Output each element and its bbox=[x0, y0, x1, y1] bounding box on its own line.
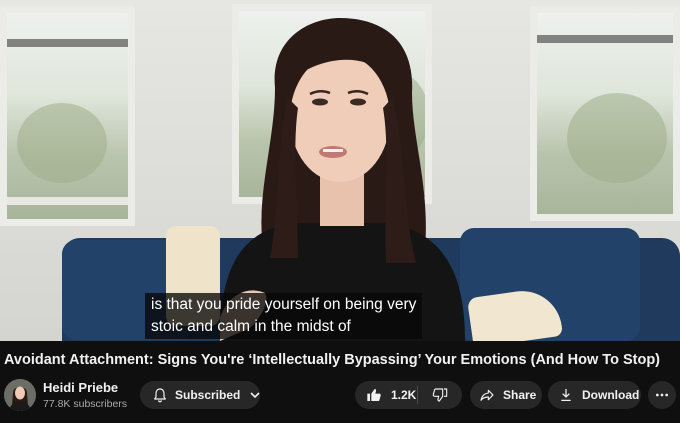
background-window-right bbox=[530, 6, 680, 221]
bell-icon bbox=[152, 387, 168, 403]
more-horizontal-icon bbox=[654, 387, 670, 403]
background-window-left bbox=[0, 6, 135, 226]
subscriber-count: 77.8K subscribers bbox=[43, 398, 128, 410]
subscribed-label: Subscribed bbox=[175, 388, 241, 402]
thumbs-down-icon bbox=[432, 387, 448, 403]
video-caption: is that you pride yourself on being very… bbox=[145, 293, 423, 339]
download-button[interactable]: Download bbox=[548, 381, 641, 409]
subscribed-button[interactable]: Subscribed bbox=[140, 381, 260, 409]
caption-line-2: stoic and calm in the midst of bbox=[151, 318, 351, 335]
share-icon bbox=[479, 387, 495, 403]
channel-name[interactable]: Heidi Priebe bbox=[43, 380, 118, 395]
download-icon bbox=[558, 387, 574, 403]
like-button[interactable]: 1.2K bbox=[355, 381, 417, 409]
more-actions-button[interactable] bbox=[648, 381, 676, 409]
dislike-button[interactable] bbox=[418, 381, 462, 409]
thumbs-up-icon bbox=[366, 387, 382, 403]
video-title: Avoidant Attachment: Signs You're ‘Intel… bbox=[4, 352, 661, 368]
video-player[interactable]: is that you pride yourself on being very… bbox=[0, 0, 680, 341]
share-button[interactable]: Share bbox=[470, 381, 542, 409]
channel-avatar[interactable] bbox=[4, 379, 36, 411]
chevron-down-icon bbox=[249, 389, 261, 401]
like-count: 1.2K bbox=[391, 388, 417, 402]
caption-line-1: is that you pride yourself on being very bbox=[151, 296, 417, 313]
like-dislike-group: 1.2K bbox=[355, 381, 462, 409]
download-label: Download bbox=[582, 388, 640, 402]
share-label: Share bbox=[503, 388, 537, 402]
